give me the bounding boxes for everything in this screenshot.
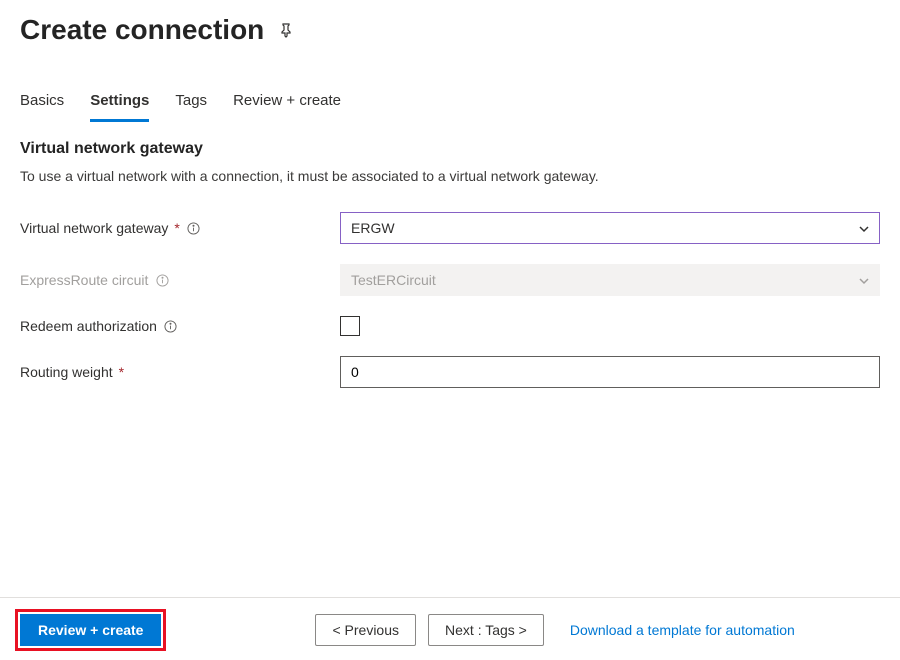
pin-icon[interactable] [278,22,294,38]
next-button[interactable]: Next : Tags > [428,614,544,646]
page-title: Create connection [20,14,264,46]
info-icon[interactable] [155,273,169,287]
row-redeem-authorization: Redeem authorization [20,316,880,336]
tab-settings[interactable]: Settings [90,86,149,122]
redeem-label-text: Redeem authorization [20,318,157,334]
page-header: Create connection [0,0,900,64]
row-virtual-network-gateway: Virtual network gateway * ERGW [20,212,880,244]
label-virtual-network-gateway: Virtual network gateway * [20,220,340,236]
vng-select-wrap: ERGW [340,212,880,244]
section-description: To use a virtual network with a connecti… [20,168,880,184]
download-template-link[interactable]: Download a template for automation [570,622,795,638]
circuit-select: TestERCircuit [340,264,880,296]
tab-basics[interactable]: Basics [20,86,64,122]
redeem-control [340,316,880,336]
label-expressroute-circuit: ExpressRoute circuit [20,272,340,288]
vng-label-text: Virtual network gateway [20,220,168,236]
vng-control: ERGW [340,212,880,244]
routing-control [340,356,880,388]
row-expressroute-circuit: ExpressRoute circuit TestERCircuit [20,264,880,296]
required-indicator: * [119,364,124,380]
row-routing-weight: Routing weight * [20,356,880,388]
previous-button[interactable]: < Previous [315,614,416,646]
required-indicator: * [174,220,179,236]
section-title: Virtual network gateway [20,140,880,158]
circuit-label-text: ExpressRoute circuit [20,272,148,288]
info-icon[interactable] [164,319,178,333]
label-redeem-authorization: Redeem authorization [20,318,340,334]
redeem-checkbox[interactable] [340,316,360,336]
circuit-control: TestERCircuit [340,264,880,296]
label-routing-weight: Routing weight * [20,364,340,380]
tab-review-create[interactable]: Review + create [233,86,341,122]
routing-label-text: Routing weight [20,364,113,380]
tab-tags[interactable]: Tags [175,86,207,122]
info-icon[interactable] [187,221,201,235]
routing-weight-input[interactable] [340,356,880,388]
tab-bar: Basics Settings Tags Review + create [0,86,900,122]
form-content: Virtual network gateway To use a virtual… [0,122,900,388]
circuit-select-wrap: TestERCircuit [340,264,880,296]
vng-select[interactable]: ERGW [340,212,880,244]
wizard-footer: Review + create < Previous Next : Tags >… [0,597,900,660]
review-create-button[interactable]: Review + create [20,614,161,646]
